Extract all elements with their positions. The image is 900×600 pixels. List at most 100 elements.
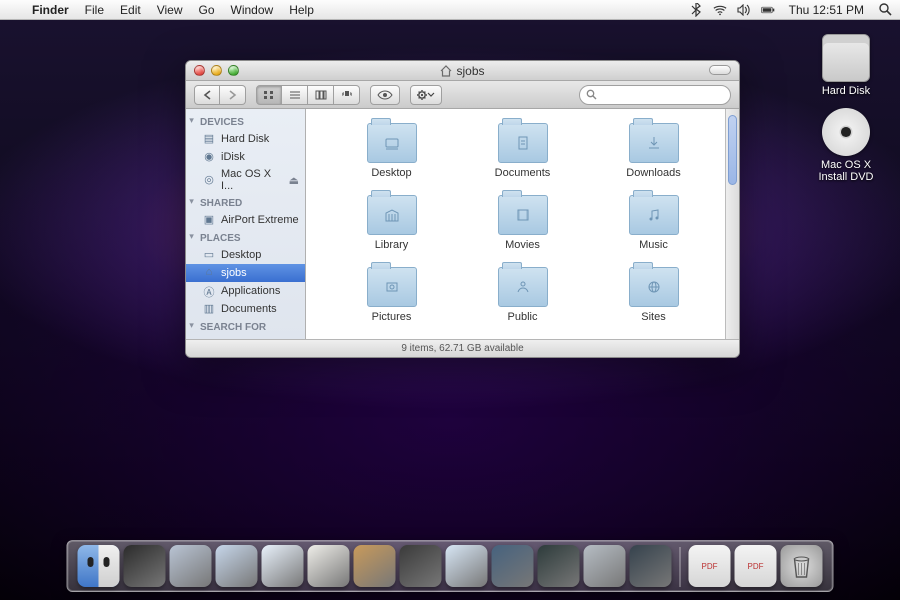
toolbar (186, 81, 739, 109)
docs-icon: ▥ (202, 302, 216, 316)
menubar-clock[interactable]: Thu 12:51 PM (785, 3, 868, 17)
menu-window[interactable]: Window (223, 0, 282, 20)
desktop-icon-dvd[interactable]: Mac OS X Install DVD (806, 108, 886, 183)
search-input[interactable] (601, 89, 724, 101)
menu-edit[interactable]: Edit (112, 0, 149, 20)
scroll-thumb[interactable] (728, 115, 737, 185)
scrollbar[interactable] (725, 109, 739, 339)
titlebar[interactable]: sjobs (186, 61, 739, 81)
folder-movies[interactable]: Movies (457, 195, 588, 251)
sidebar-item-label: sjobs (221, 267, 247, 279)
sidebar-item-documents[interactable]: ▥Documents (186, 300, 305, 318)
sidebar-header[interactable]: DEVICES (186, 113, 305, 130)
toolbar-toggle-button[interactable] (709, 65, 731, 75)
sidebar-item-label: Applications (221, 285, 280, 297)
folder-label: Sites (641, 311, 665, 323)
folder-documents[interactable]: Documents (457, 123, 588, 179)
dock-itunes[interactable] (446, 545, 488, 587)
folder-icon (498, 123, 548, 163)
sidebar-item-airport-extreme[interactable]: ▣AirPort Extreme (186, 211, 305, 229)
dock-photobooth[interactable] (400, 545, 442, 587)
dock-mail[interactable] (170, 545, 212, 587)
desktop-icon-label: Mac OS X Install DVD (806, 159, 886, 183)
folder-pictures[interactable]: Pictures (326, 267, 457, 323)
zoom-button[interactable] (228, 65, 239, 76)
dock-ical[interactable] (308, 545, 350, 587)
sidebar: DEVICES▤Hard Disk◉iDisk◎Mac OS X I...⏏SH… (186, 109, 306, 339)
desktop-icon-harddisk[interactable]: Hard Disk (806, 34, 886, 97)
dock-systemprefs[interactable] (584, 545, 626, 587)
finder-window: sjobs DEVICES ▤ Hard Disk (185, 60, 740, 358)
bluetooth-icon[interactable] (689, 3, 703, 17)
wifi-icon[interactable] (713, 3, 727, 17)
menu-view[interactable]: View (149, 0, 191, 20)
folder-desktop[interactable]: Desktop (326, 123, 457, 179)
view-columns-button[interactable] (308, 85, 334, 105)
dock-trash[interactable] (781, 545, 823, 587)
menu-file[interactable]: File (77, 0, 112, 20)
hd-icon: ▤ (202, 132, 216, 146)
action-button[interactable] (410, 85, 442, 105)
view-coverflow-button[interactable] (334, 85, 360, 105)
search-field[interactable] (579, 85, 731, 105)
sidebar-header[interactable]: SEARCH FOR (186, 318, 305, 335)
desktop-icon-label: Hard Disk (806, 85, 886, 97)
sidebar-item-label: AirPort Extreme (221, 214, 299, 226)
quicklook-button[interactable] (370, 85, 400, 105)
volume-icon[interactable] (737, 3, 751, 17)
sidebar-item-desktop[interactable]: ▭Desktop (186, 246, 305, 264)
dock-finder[interactable] (78, 545, 120, 587)
dock: PDFPDF (67, 540, 834, 592)
dock-spaces[interactable] (492, 545, 534, 587)
content-area[interactable]: DesktopDocuments Downloads LibraryMovies Mu… (306, 109, 739, 339)
status-text: 9 items, 62.71 GB available (401, 343, 523, 354)
view-icons-button[interactable] (256, 85, 282, 105)
folder-music[interactable]: Music (588, 195, 719, 251)
nav-buttons (194, 85, 246, 105)
search-icon (586, 89, 597, 100)
forward-button[interactable] (220, 85, 246, 105)
sidebar-item-idisk[interactable]: ◉iDisk (186, 148, 305, 166)
folder-downloads[interactable]: Downloads (588, 123, 719, 179)
menu-help[interactable]: Help (281, 0, 322, 20)
eject-icon[interactable]: ⏏ (289, 174, 299, 187)
dock-addressbook[interactable] (354, 545, 396, 587)
dock-aperture[interactable] (630, 545, 672, 587)
sidebar-header[interactable]: SHARED (186, 194, 305, 211)
sidebar-item-mac-os-x-i-[interactable]: ◎Mac OS X I...⏏ (186, 166, 305, 194)
sidebar-item-label: Hard Disk (221, 133, 269, 145)
menu-go[interactable]: Go (191, 0, 223, 20)
folder-sites[interactable]: Sites (588, 267, 719, 323)
view-list-button[interactable] (282, 85, 308, 105)
minimize-button[interactable] (211, 65, 222, 76)
dock-doc2[interactable]: PDF (735, 545, 777, 587)
folder-public[interactable]: Public (457, 267, 588, 323)
harddisk-icon (822, 34, 870, 82)
folder-label: Music (639, 239, 668, 251)
folder-icon (629, 123, 679, 163)
folder-library[interactable]: Library (326, 195, 457, 251)
folder-label: Pictures (372, 311, 412, 323)
folder-icon (367, 123, 417, 163)
folder-label: Downloads (626, 167, 680, 179)
folder-icon (629, 267, 679, 307)
menubar-app-name[interactable]: Finder (24, 0, 77, 20)
close-button[interactable] (194, 65, 205, 76)
dock-dashboard[interactable] (124, 545, 166, 587)
spotlight-icon[interactable] (878, 3, 892, 17)
folder-icon (498, 267, 548, 307)
back-button[interactable] (194, 85, 220, 105)
sidebar-item-applications[interactable]: ⒶApplications (186, 282, 305, 300)
sidebar-item-label: Mac OS X I... (221, 168, 284, 192)
dock-ichat[interactable] (262, 545, 304, 587)
sidebar-header[interactable]: PLACES (186, 229, 305, 246)
folder-icon (367, 267, 417, 307)
sidebar-item-sjobs[interactable]: ⌂sjobs (186, 264, 305, 282)
dock-timemachine[interactable] (538, 545, 580, 587)
sidebar-item-hard-disk[interactable]: ▤ Hard Disk (186, 130, 305, 148)
dock-safari[interactable] (216, 545, 258, 587)
dock-separator (680, 547, 681, 587)
home-icon (440, 65, 452, 77)
dock-doc1[interactable]: PDF (689, 545, 731, 587)
battery-icon[interactable] (761, 3, 775, 17)
